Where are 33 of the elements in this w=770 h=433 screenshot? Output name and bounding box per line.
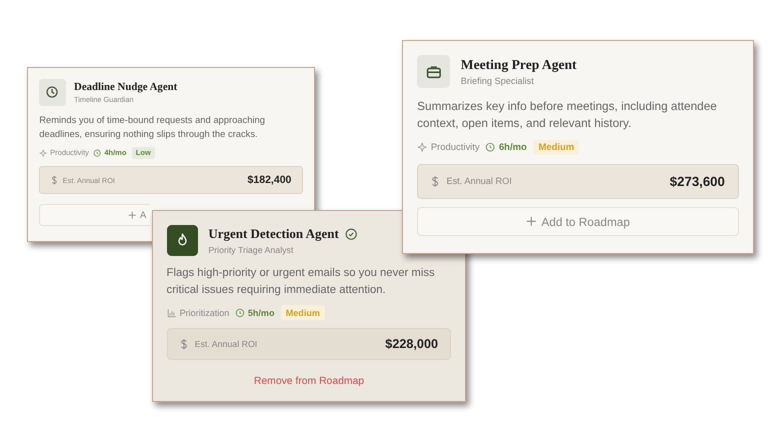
time-saved: 5h/mo: [248, 308, 274, 318]
agent-title: Urgent Detection Agent: [208, 226, 339, 242]
add-to-roadmap-button[interactable]: A: [39, 204, 150, 226]
agent-role: Briefing Specialist: [460, 76, 535, 86]
roi-value: $228,000: [385, 336, 438, 351]
agent-title: Deadline Nudge Agent: [74, 80, 178, 93]
agent-description: Flags high-priority or urgent emails so you never miss critical issues requiring immediate attention.: [166, 266, 436, 298]
time-saved: 6h/mo: [498, 142, 527, 153]
roi-label: Est. Annual ROI: [194, 338, 258, 349]
category-label: Productivity: [430, 142, 480, 153]
plus-icon: [128, 210, 136, 220]
agent-description: Reminds you of time-bound requests and approaching deadlines, ensuring nothing slips through the cracks.: [39, 113, 266, 142]
roi-value: $273,600: [670, 174, 725, 189]
plus-icon: [526, 216, 537, 227]
category-label: Prioritization: [180, 308, 230, 318]
clock-icon: [93, 148, 102, 158]
remove-from-roadmap-link[interactable]: Remove from Roadmap: [254, 376, 364, 388]
dollar-icon: [180, 338, 188, 350]
agent-role: Priority Triage Analyst: [208, 245, 294, 256]
add-to-roadmap-button[interactable]: Add to Roadmap: [417, 207, 739, 236]
clock-icon: [485, 142, 496, 153]
dollar-icon: [50, 174, 58, 186]
clock-icon: [234, 308, 245, 318]
roi-label: Est. Annual ROI: [446, 176, 513, 186]
agent-title: Meeting Prep Agent: [460, 56, 577, 73]
sparkle-icon: [39, 148, 48, 158]
agent-description: Summarizes key info before meetings, including attendee context, open items, and relevant history.: [417, 98, 718, 132]
roi-value: $182,400: [248, 174, 292, 186]
dollar-icon: [431, 174, 440, 188]
sparkle-icon: [417, 142, 428, 153]
priority-tag: Medium: [533, 140, 580, 156]
priority-tag: Medium: [280, 305, 325, 320]
bar-chart-icon: [166, 308, 176, 318]
